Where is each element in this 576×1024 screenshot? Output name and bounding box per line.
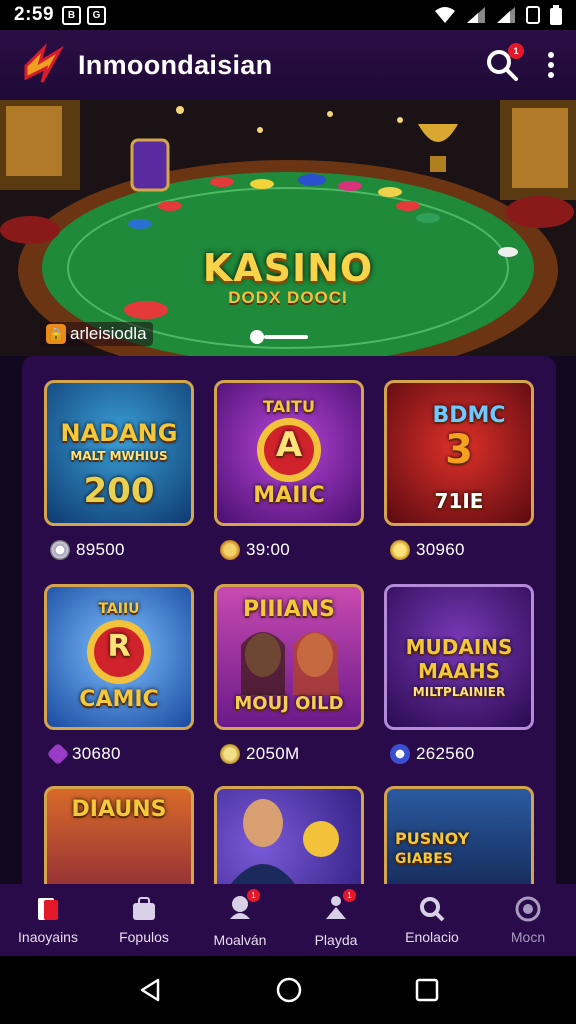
game-thumbnail[interactable]: MUDAINS MAAHS MILTPLAINIER [384, 584, 534, 730]
signal-icon [497, 7, 515, 23]
search-icon [420, 897, 445, 922]
character-illustration [230, 799, 339, 884]
search-button[interactable]: 1 [484, 43, 524, 83]
wifi-icon [435, 7, 455, 23]
game-value: 39:00 [246, 540, 291, 559]
game-tile[interactable]: TAITU A MAIIC 39:00 [214, 380, 364, 560]
more-menu-icon[interactable] [546, 51, 556, 79]
game-tile[interactable]: NADANG MALT MWHIUS 200 89500 [44, 380, 194, 560]
lock-icon: 🔒 [46, 324, 66, 344]
home-icon[interactable] [275, 976, 303, 1004]
casino-table-illustration [0, 100, 576, 356]
game-tile[interactable]: PUSNOY GIABES [384, 786, 534, 884]
game-tile[interactable] [214, 786, 364, 884]
status-time: 2:59 [14, 4, 55, 25]
cards-icon [38, 898, 58, 920]
bag-icon [133, 897, 155, 920]
chip-icon [390, 744, 410, 764]
game-tile[interactable]: PIIIANS MOUJ OILD 2050M [214, 584, 364, 764]
hero-label: 🔒 arleisiodla [40, 322, 153, 346]
pot-icon [220, 540, 240, 560]
chip-icon [50, 540, 70, 560]
game-value: 262560 [416, 744, 475, 763]
app-bar: Inmoondaisian 1 [0, 30, 576, 100]
game-thumbnail[interactable]: PUSNOY GIABES [384, 786, 534, 884]
hero-title: KASINO [202, 246, 374, 290]
game-value: 30960 [416, 540, 465, 559]
system-nav-bar [0, 956, 576, 1024]
game-thumbnail[interactable]: DIAUNS [44, 786, 194, 884]
nav-item-moalvan[interactable]: 1 Moalván [192, 884, 288, 956]
game-thumbnail[interactable]: TAIIU R CAMIC [44, 584, 194, 730]
bottom-nav: Inaoyains Fopulos 1 Moalván 1 Playda Eno… [0, 884, 576, 956]
game-grid: NADANG MALT MWHIUS 200 89500 TAITU A MAI… [22, 356, 556, 884]
nav-badge: 1 [247, 888, 260, 902]
hero-subtitle: DODX DOOCI [228, 288, 348, 307]
coin-icon [390, 540, 410, 560]
game-thumbnail[interactable]: BDMC 3 71IE [384, 380, 534, 526]
nav-item-fopulos[interactable]: Fopulos [96, 884, 192, 956]
notification-icon: B [62, 5, 82, 25]
carousel-track [264, 335, 308, 339]
game-thumbnail[interactable]: TAITU A MAIIC [214, 380, 364, 526]
sim-icon [526, 6, 540, 24]
notification-icon: G [87, 5, 107, 25]
circle-icon [515, 896, 541, 922]
game-tile[interactable]: DIAUNS [44, 786, 194, 884]
nav-item-enolacio[interactable]: Enolacio [384, 884, 480, 956]
game-thumbnail[interactable]: PIIIANS MOUJ OILD [214, 584, 364, 730]
carousel-indicator[interactable] [250, 330, 308, 344]
app-title: Inmoondaisian [78, 49, 273, 80]
nav-badge: 1 [343, 888, 356, 902]
gem-icon [46, 742, 70, 766]
game-value: 30680 [72, 744, 121, 763]
nav-item-inaoyains[interactable]: Inaoyains [0, 884, 96, 956]
nav-item-mocn[interactable]: Mocn [480, 884, 576, 956]
game-tile[interactable]: BDMC 3 71IE 30960 [384, 380, 534, 560]
app-logo-icon[interactable] [20, 42, 66, 88]
game-value: 2050M [246, 744, 300, 763]
game-value: 89500 [76, 540, 125, 559]
recents-icon[interactable] [414, 977, 440, 1003]
game-thumbnail[interactable] [214, 786, 364, 884]
coin-stack-icon [220, 744, 240, 764]
back-icon[interactable] [136, 976, 164, 1004]
game-tile[interactable]: TAIIU R CAMIC 30680 [44, 584, 194, 766]
hero-label-text: arleisiodla [70, 324, 147, 343]
game-thumbnail[interactable]: NADANG MALT MWHIUS 200 [44, 380, 194, 526]
nav-item-playda[interactable]: 1 Playda [288, 884, 384, 956]
carousel-dot-active[interactable] [250, 330, 264, 344]
hero-banner[interactable]: KASINO DODX DOOCI 🔒 arleisiodla [0, 100, 576, 356]
signal-icon [467, 7, 485, 23]
battery-icon [550, 5, 562, 25]
status-bar: 2:59 B G [0, 0, 576, 30]
game-tile[interactable]: MUDAINS MAAHS MILTPLAINIER 262560 [384, 584, 534, 764]
search-badge: 1 [508, 43, 524, 59]
